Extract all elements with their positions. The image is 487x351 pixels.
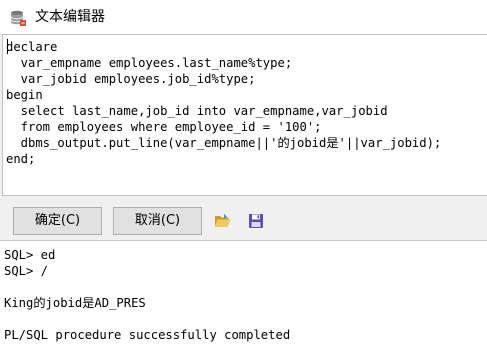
window-title: 文本编辑器 [35,9,105,25]
console-line: SQL> ed [4,248,56,262]
text-caret [7,39,8,54]
code-lines: declare var_empname employees.last_name%… [6,39,441,167]
database-icon [9,9,27,27]
folder-open-icon[interactable] [214,212,232,230]
save-icon[interactable] [247,212,265,230]
cancel-button[interactable]: 取消(C) [113,207,202,235]
ok-button[interactable]: 确定(C) [13,207,102,235]
console-line: SQL> / [4,264,49,278]
code-line: dbms_output.put_line(var_empname||'的jobi… [6,136,442,150]
code-line: begin [6,88,43,102]
text-editor-window: 文本编辑器 declare var_empname employees.last… [0,0,487,241]
code-editor[interactable]: declare var_empname employees.last_name%… [2,34,487,196]
code-line: select last_name,job_id into var_empname… [6,104,388,118]
code-line: from employees where employee_id = '100'… [6,120,322,134]
console-line: King的jobid是AD_PRES [4,296,146,310]
console-line: PL/SQL procedure successfully completed [4,328,291,342]
title-bar: 文本编辑器 [0,0,487,34]
code-line: var_jobid employees.job_id%type; [6,72,256,86]
code-line: var_empname employees.last_name%type; [6,56,293,70]
code-line: declare [6,40,58,54]
code-line: end; [6,152,36,166]
sqlplus-console: SQL> ed SQL> / King的jobid是AD_PRES PL/SQL pr… [4,247,290,343]
